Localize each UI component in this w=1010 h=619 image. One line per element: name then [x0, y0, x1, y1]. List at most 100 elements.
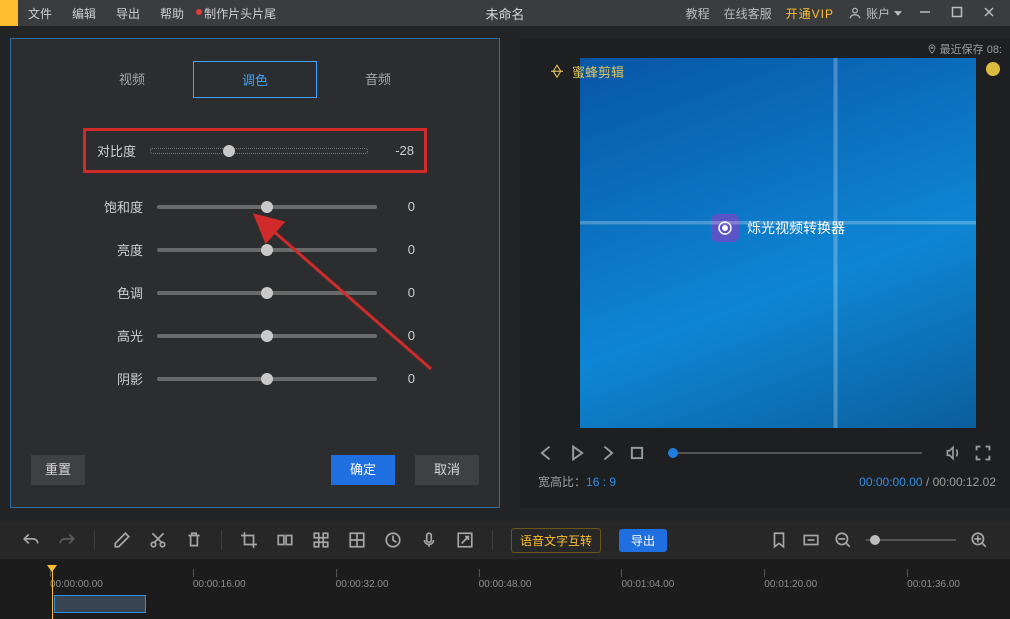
menu-account[interactable]: 账户 [848, 5, 902, 22]
menu-account-label: 账户 [866, 5, 890, 22]
color-adjust-panel: 视频 调色 音频 对比度 -28 饱和度0 亮度0 色调0 高光0 阴影0 重置… [10, 38, 500, 508]
contrast-slider[interactable] [150, 148, 368, 154]
zoom-region-button[interactable] [456, 531, 474, 549]
preview-pane: 最近保存 08: 蜜蜂剪辑 烁光视频转换器 宽高比：16 : 9 00:00:0… [520, 38, 1010, 508]
saturation-value: 0 [377, 199, 415, 214]
shadow-slider[interactable] [157, 377, 377, 381]
freeze-button[interactable] [348, 531, 366, 549]
project-title: 未命名 [485, 4, 524, 23]
tab-color[interactable]: 调色 [193, 61, 317, 98]
menu-file[interactable]: 文件 [18, 5, 62, 22]
edit-button[interactable] [113, 531, 131, 549]
prev-frame-button[interactable] [538, 444, 556, 462]
undo-button[interactable] [22, 531, 40, 549]
export-button[interactable]: 导出 [619, 529, 667, 552]
timeline-ruler: 00:00:00.00 00:00:16.00 00:00:32.00 00:0… [0, 559, 1010, 594]
cut-button[interactable] [149, 531, 167, 549]
ruler-tick: 00:01:36.00 [907, 569, 960, 590]
aspect-ratio: 宽高比：16 : 9 [538, 473, 616, 490]
saturation-slider[interactable] [157, 205, 377, 209]
hue-label: 色调 [95, 283, 143, 302]
highlight-slider[interactable] [157, 334, 377, 338]
menu-export[interactable]: 导出 [106, 5, 150, 22]
timeline-playhead[interactable] [52, 567, 53, 619]
transport-bar [538, 444, 992, 462]
play-button[interactable] [568, 444, 586, 462]
panel-tabs: 视频 调色 音频 [71, 61, 439, 98]
contrast-highlight-box: 对比度 -28 [83, 128, 427, 173]
stop-button[interactable] [628, 444, 646, 462]
zoom-in-button[interactable] [970, 531, 988, 549]
duration-button[interactable] [384, 531, 402, 549]
redo-button[interactable] [58, 531, 76, 549]
menu-edit[interactable]: 编辑 [62, 5, 106, 22]
converter-app-icon [711, 214, 739, 242]
menu-intro-outro-label: 制作片头片尾 [204, 7, 276, 21]
fit-button[interactable] [802, 531, 820, 549]
ruler-tick: 00:00:00.00 [50, 569, 103, 590]
scrub-thumb[interactable] [668, 448, 678, 458]
preview-close-button[interactable] [986, 62, 1000, 76]
ok-button[interactable]: 确定 [331, 455, 395, 485]
menu-open-vip[interactable]: 开通VIP [786, 5, 834, 22]
tab-video[interactable]: 视频 [71, 61, 193, 98]
ruler-tick: 00:01:20.00 [764, 569, 817, 590]
user-icon [848, 6, 862, 20]
ruler-tick: 00:00:16.00 [193, 569, 246, 590]
contrast-value: -28 [376, 143, 414, 158]
brightness-slider[interactable] [157, 248, 377, 252]
next-frame-button[interactable] [598, 444, 616, 462]
highlight-thumb[interactable] [261, 330, 273, 342]
mosaic-button[interactable] [312, 531, 330, 549]
brightness-value: 0 [377, 242, 415, 257]
app-watermark: 蜜蜂剪辑 [548, 62, 624, 81]
shadow-thumb[interactable] [261, 373, 273, 385]
chevron-down-icon [894, 11, 902, 16]
minimize-icon [919, 6, 931, 18]
menu-help[interactable]: 帮助 [150, 5, 194, 22]
converter-app-label: 烁光视频转换器 [747, 218, 845, 238]
delete-button[interactable] [185, 531, 203, 549]
voice-text-button[interactable]: 语音文字互转 [511, 528, 601, 553]
cancel-button[interactable]: 取消 [415, 455, 479, 485]
editor-toolbar: 语音文字互转 导出 [0, 521, 1010, 559]
menu-online-service[interactable]: 在线客服 [724, 5, 772, 22]
brightness-thumb[interactable] [261, 244, 273, 256]
window-minimize-button[interactable] [916, 6, 934, 21]
crop-button[interactable] [240, 531, 258, 549]
app-logo-block [0, 0, 18, 26]
window-maximize-button[interactable] [948, 6, 966, 21]
hue-thumb[interactable] [261, 287, 273, 299]
menu-tutorial[interactable]: 教程 [686, 5, 710, 22]
preview-scrub-bar[interactable] [668, 452, 922, 454]
voiceover-button[interactable] [420, 531, 438, 549]
timeline-clip[interactable] [54, 595, 146, 613]
reset-button[interactable]: 重置 [31, 455, 85, 485]
contrast-label: 对比度 [88, 141, 136, 160]
location-icon [927, 44, 937, 54]
split-button[interactable] [276, 531, 294, 549]
ruler-tick: 00:00:32.00 [336, 569, 389, 590]
zoom-slider[interactable] [866, 539, 956, 541]
marker-button[interactable] [770, 531, 788, 549]
shadow-value: 0 [377, 371, 415, 386]
highlight-value: 0 [377, 328, 415, 343]
shadow-label: 阴影 [95, 369, 143, 388]
preview-video[interactable]: 烁光视频转换器 [580, 58, 976, 428]
tab-audio[interactable]: 音频 [317, 61, 439, 98]
timeline[interactable]: 00:00:00.00 00:00:16.00 00:00:32.00 00:0… [0, 559, 1010, 619]
preview-center-badge: 烁光视频转换器 [711, 214, 845, 242]
zoom-out-button[interactable] [834, 531, 852, 549]
app-watermark-label: 蜜蜂剪辑 [572, 62, 624, 81]
volume-button[interactable] [944, 444, 962, 462]
contrast-thumb[interactable] [223, 145, 235, 157]
brightness-label: 亮度 [95, 240, 143, 259]
bee-icon [548, 63, 566, 81]
menu-intro-outro[interactable]: 制作片头片尾 [194, 5, 286, 22]
menubar: 文件 编辑 导出 帮助 制作片头片尾 未命名 教程 在线客服 开通VIP 账户 [0, 0, 1010, 26]
fullscreen-button[interactable] [974, 444, 992, 462]
window-close-button[interactable] [980, 6, 998, 21]
zoom-thumb[interactable] [870, 535, 880, 545]
saturation-thumb[interactable] [261, 201, 273, 213]
hue-slider[interactable] [157, 291, 377, 295]
